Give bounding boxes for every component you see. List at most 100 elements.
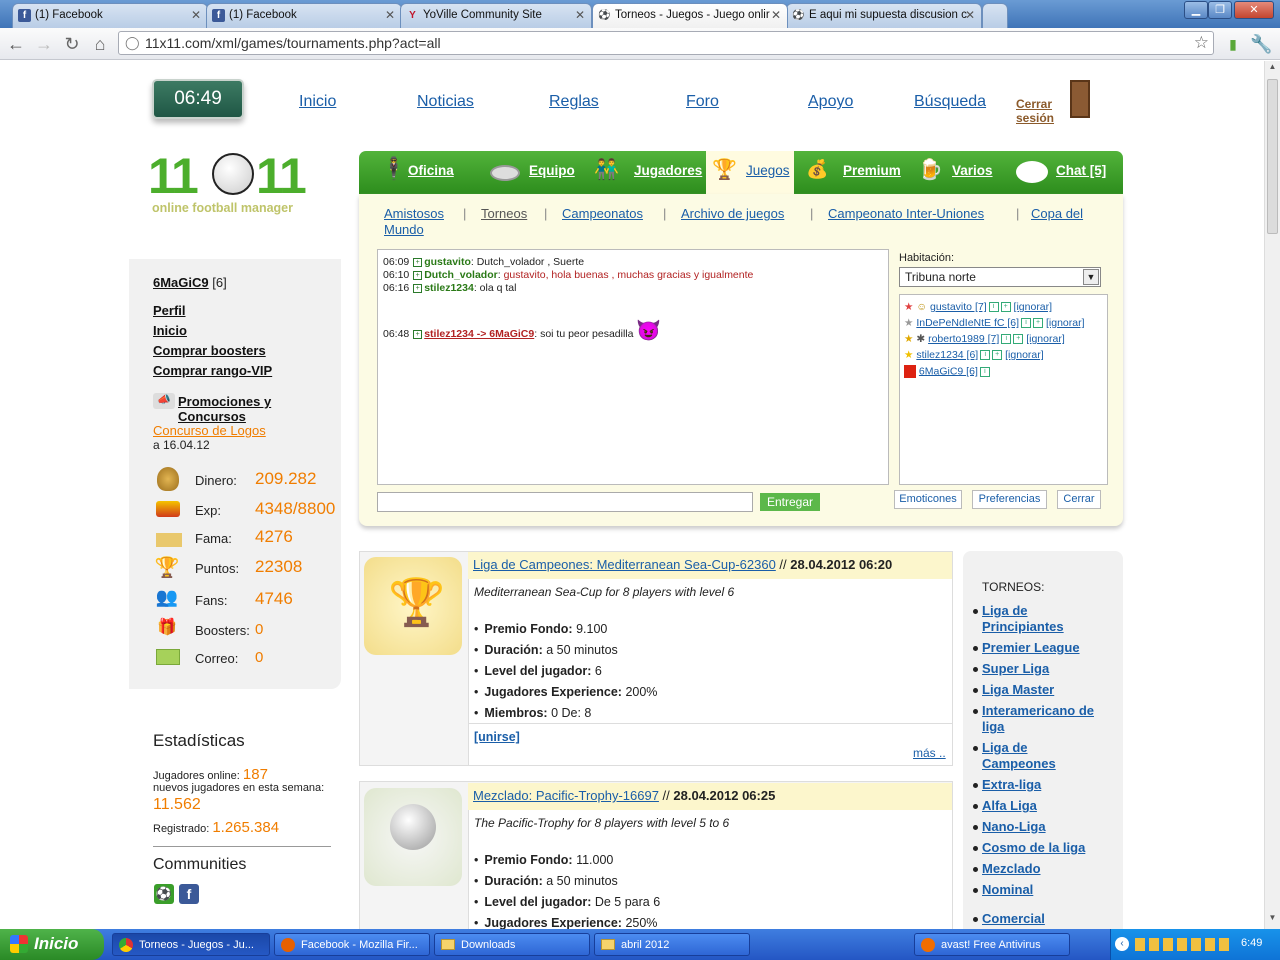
user-name[interactable]: roberto1989 [7]: [928, 333, 999, 345]
add-icon[interactable]: +: [413, 283, 423, 293]
tournament-title-link[interactable]: Mezclado: Pacific-Trophy-16697: [473, 788, 659, 803]
torneo-link[interactable]: Cosmo de la liga: [982, 840, 1102, 856]
ignore-link[interactable]: [ignorar]: [1014, 301, 1053, 313]
preferences-button[interactable]: Preferencias: [972, 490, 1047, 509]
address-bar[interactable]: ◯ 11x11.com/xml/games/tournaments.php?act…: [118, 31, 1214, 55]
door-icon[interactable]: [1070, 80, 1090, 118]
add-icon[interactable]: +: [413, 329, 423, 339]
sidebar-link-boosters[interactable]: Comprar boosters: [153, 343, 266, 358]
chevron-down-icon[interactable]: ▼: [1083, 269, 1099, 285]
msg-user[interactable]: stilez1234: [424, 282, 474, 294]
torneo-link[interactable]: Alfa Liga: [982, 798, 1102, 814]
taskbar-item-abril[interactable]: abril 2012: [594, 933, 750, 956]
taskbar-item-chrome[interactable]: Torneos - Juegos - Ju...: [112, 933, 270, 956]
sidebar-link-inicio[interactable]: Inicio: [153, 323, 187, 338]
tray-expand-icon[interactable]: ‹: [1115, 937, 1129, 951]
add-icon[interactable]: +: [1033, 318, 1044, 329]
nav-reglas[interactable]: Reglas: [549, 93, 599, 111]
torneo-link[interactable]: Nano-Liga: [982, 819, 1102, 835]
subtab-amistosos[interactable]: Amistosos: [384, 206, 444, 221]
subtab-archivo[interactable]: Archivo de juegos: [681, 206, 784, 221]
contest-link[interactable]: Concurso de Logos: [153, 423, 266, 438]
ignore-link[interactable]: [ignorar]: [1046, 317, 1085, 329]
room-select[interactable]: Tribuna norte ▼: [899, 267, 1101, 287]
subtab-inter-uniones[interactable]: Campeonato Inter-Uniones: [828, 206, 984, 221]
emoticons-button[interactable]: Emoticones: [894, 490, 962, 509]
menu-varios[interactable]: Varios: [952, 163, 993, 178]
minimize-button[interactable]: ▁: [1184, 1, 1208, 19]
add-icon[interactable]: +: [1013, 334, 1024, 345]
torneo-link[interactable]: Extra-liga: [982, 777, 1102, 793]
close-window-button[interactable]: ✕: [1234, 1, 1274, 19]
browser-tab-4[interactable]: ⚽ Torneos - Juegos - Juego onlir ✕: [592, 3, 788, 28]
extension-icon[interactable]: ▮: [1222, 33, 1244, 55]
close-icon[interactable]: ✕: [191, 8, 201, 22]
join-link[interactable]: [unirse]: [474, 730, 520, 744]
menu-chat[interactable]: Chat [5]: [1056, 163, 1106, 178]
vertical-scrollbar[interactable]: ▲ ▼: [1264, 61, 1280, 929]
more-link[interactable]: más ..: [913, 746, 946, 760]
add-icon[interactable]: +: [413, 257, 423, 267]
subtab-torneos[interactable]: Torneos: [481, 206, 527, 221]
subtab-mundo[interactable]: Mundo: [384, 222, 424, 237]
menu-juegos[interactable]: Juegos: [746, 163, 790, 178]
tray-icons[interactable]: [1135, 938, 1231, 951]
subtab-copa[interactable]: Copa del: [1031, 206, 1083, 221]
nav-inicio[interactable]: Inicio: [299, 93, 336, 111]
forward-icon[interactable]: →: [33, 33, 55, 55]
close-icon[interactable]: ✕: [771, 8, 781, 22]
taskbar-item-firefox[interactable]: Facebook - Mozilla Fir...: [274, 933, 430, 956]
browser-tab-1[interactable]: f (1) Facebook ✕: [12, 3, 208, 28]
scroll-thumb[interactable]: [1267, 79, 1278, 234]
nav-busqueda[interactable]: Búsqueda: [914, 93, 986, 111]
back-icon[interactable]: ←: [5, 33, 27, 55]
chat-log[interactable]: 06:09 + gustavito: Dutch_volador , Suerte…: [377, 249, 889, 485]
site-logo[interactable]: 11 11: [148, 147, 324, 204]
browser-tab-5[interactable]: ⚽ E aqui mi supuesta discusion c ✕: [786, 3, 982, 28]
ignore-link[interactable]: [ignorar]: [1026, 333, 1065, 345]
username-link[interactable]: 6MaGiC9: [153, 275, 209, 290]
subtab-campeonatos[interactable]: Campeonatos: [562, 206, 643, 221]
info-icon[interactable]: i: [980, 350, 991, 361]
add-icon[interactable]: +: [413, 270, 423, 280]
torneo-link[interactable]: Super Liga: [982, 661, 1102, 677]
close-chat-button[interactable]: Cerrar: [1057, 490, 1101, 509]
sidebar-link-vip[interactable]: Comprar rango-VIP: [153, 363, 272, 378]
torneo-link[interactable]: Comercial: [982, 911, 1102, 927]
menu-equipo[interactable]: Equipo: [529, 163, 575, 178]
wrench-icon[interactable]: 🔧: [1250, 33, 1272, 55]
add-icon[interactable]: +: [992, 350, 1003, 361]
user-name[interactable]: stilez1234 [6]: [916, 349, 978, 361]
scroll-up-icon[interactable]: ▲: [1266, 62, 1279, 76]
add-icon[interactable]: +: [1000, 302, 1011, 313]
menu-premium[interactable]: Premium: [843, 163, 901, 178]
torneo-link[interactable]: Premier League: [982, 640, 1102, 656]
ignore-link[interactable]: [ignorar]: [1005, 349, 1044, 361]
restore-button[interactable]: ❐: [1208, 1, 1232, 19]
sidebar-link-perfil[interactable]: Perfil: [153, 303, 186, 318]
taskbar-item-downloads[interactable]: Downloads: [434, 933, 590, 956]
logout-link[interactable]: Cerrar sesión: [1016, 97, 1060, 125]
info-icon[interactable]: i: [1021, 318, 1032, 329]
close-icon[interactable]: ✕: [575, 8, 585, 22]
promo-link[interactable]: Promociones y Concursos: [178, 394, 341, 424]
torneo-link[interactable]: Nominal: [982, 882, 1102, 898]
home-icon[interactable]: ⌂: [89, 33, 111, 55]
chat-input[interactable]: [377, 492, 753, 512]
info-icon[interactable]: i: [979, 366, 990, 377]
star-icon[interactable]: ☆: [1194, 33, 1209, 53]
close-icon[interactable]: ✕: [965, 8, 975, 22]
scroll-down-icon[interactable]: ▼: [1266, 913, 1279, 927]
close-icon[interactable]: ✕: [385, 8, 395, 22]
user-name[interactable]: gustavito [7]: [930, 301, 987, 313]
browser-tab-2[interactable]: f (1) Facebook ✕: [206, 3, 402, 28]
facebook-icon[interactable]: f: [179, 884, 199, 904]
msg-user[interactable]: Dutch_volador: [424, 269, 498, 281]
user-name[interactable]: InDePeNdIeNtE fC [6]: [916, 317, 1019, 329]
menu-oficina[interactable]: Oficina: [408, 163, 454, 178]
send-button[interactable]: Entregar: [760, 493, 820, 511]
torneo-link[interactable]: Liga Master: [982, 682, 1102, 698]
browser-tab-3[interactable]: Y YoVille Community Site ✕: [400, 3, 592, 28]
torneo-link[interactable]: Mezclado: [982, 861, 1102, 877]
user-name[interactable]: 6MaGiC9 [6]: [919, 365, 978, 377]
